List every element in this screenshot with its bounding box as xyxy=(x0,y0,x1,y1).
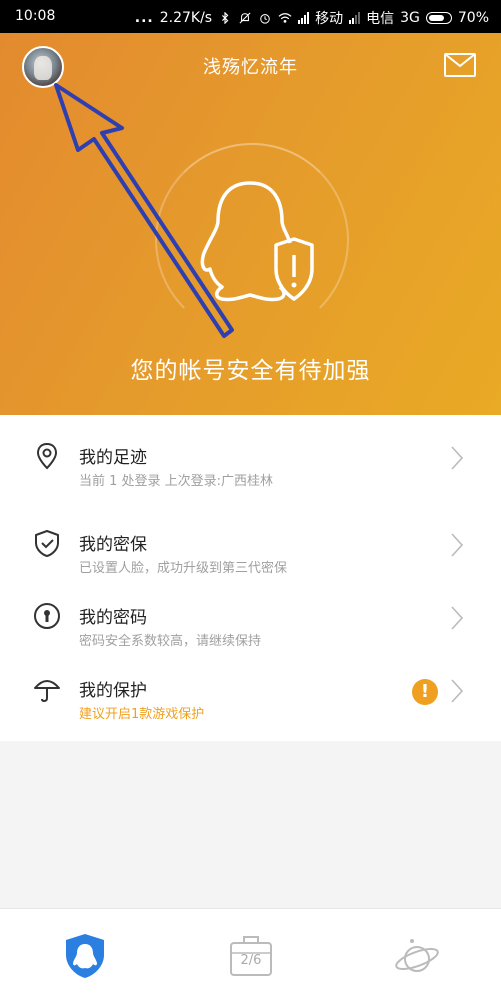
shield-check-icon xyxy=(35,530,59,557)
security-list: 我的足迹 当前 1 处登录 上次登录:广西桂林 我的密保 已设置人脸，成功升级到… xyxy=(0,415,501,741)
annotation-arrow xyxy=(54,83,234,338)
bottom-tab-bar: 2/6 xyxy=(0,908,501,999)
list-item-subtitle: 已设置人脸，成功升级到第三代密保 xyxy=(79,561,288,576)
tab-planet-icon[interactable] xyxy=(392,931,442,981)
warning-badge-icon: ! xyxy=(412,679,438,705)
list-item-security-question[interactable]: 我的密保 已设置人脸，成功升级到第三代密保 xyxy=(0,502,501,576)
list-item-title: 我的足迹 xyxy=(79,448,147,468)
chevron-right-icon xyxy=(451,679,464,703)
tab-toolbox[interactable]: 2/6 xyxy=(226,931,276,981)
list-item-title: 我的密码 xyxy=(79,608,147,628)
list-item-subtitle: 当前 1 处登录 上次登录:广西桂林 xyxy=(79,474,274,489)
keyhole-icon xyxy=(34,603,60,629)
location-pin-icon xyxy=(36,442,58,470)
list-item-protection[interactable]: 我的保护 建议开启1款游戏保护 ! xyxy=(0,648,501,722)
umbrella-icon xyxy=(34,680,60,703)
chevron-right-icon xyxy=(451,533,464,557)
list-item-title: 我的保护 xyxy=(79,681,147,701)
toolbox-counter: 2/6 xyxy=(240,953,262,968)
list-item-password[interactable]: 我的密码 密码安全系数较高，请继续保持 xyxy=(0,575,501,649)
list-item-title: 我的密保 xyxy=(79,535,147,555)
list-bottom-padding xyxy=(0,721,501,741)
chevron-right-icon xyxy=(451,606,464,630)
chevron-right-icon xyxy=(451,446,464,470)
list-item-footprint[interactable]: 我的足迹 当前 1 处登录 上次登录:广西桂林 xyxy=(0,415,501,502)
list-item-subtitle: 密码安全系数较高，请继续保持 xyxy=(79,634,262,649)
tab-security-shield-icon[interactable] xyxy=(60,931,110,981)
list-item-subtitle: 建议开启1款游戏保护 xyxy=(79,707,205,722)
